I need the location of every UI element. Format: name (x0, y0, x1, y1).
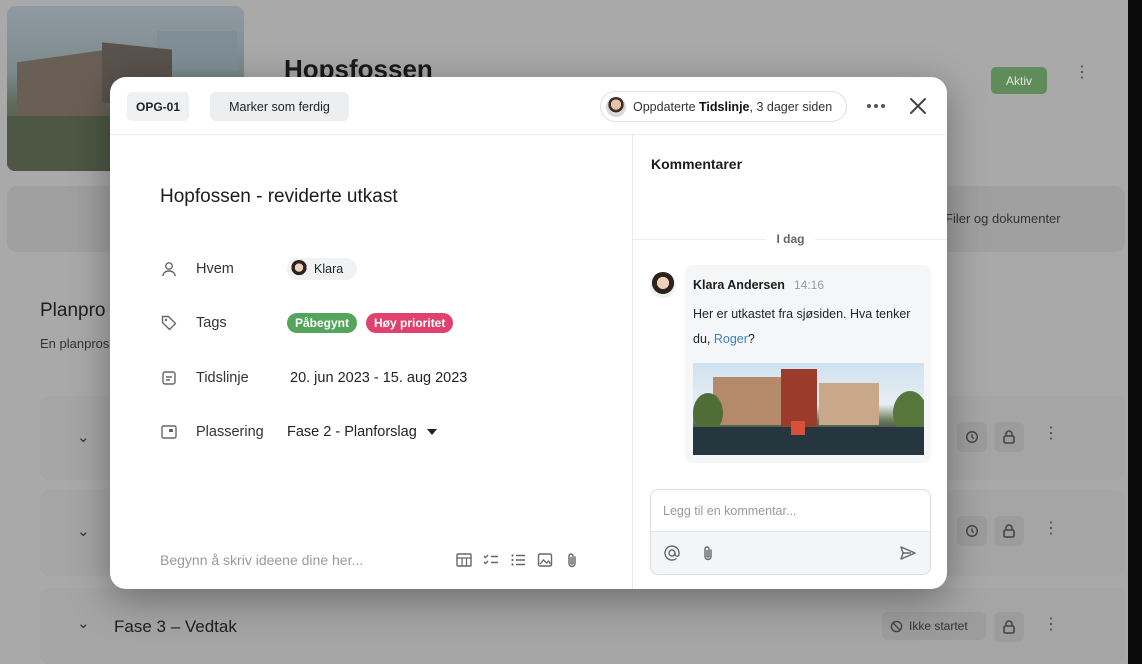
description-editor[interactable]: Begynn å skriv ideene dine her... (160, 552, 363, 568)
placement-value: Fase 2 - Planforslag (287, 424, 417, 440)
task-modal: OPG-01 Marker som ferdig Oppdaterte Tids… (110, 77, 947, 589)
close-icon[interactable] (907, 95, 929, 117)
assignee-name: Klara (314, 262, 344, 276)
chevron-down-icon[interactable]: ⌄ (77, 614, 90, 632)
mention-link[interactable]: Roger (714, 332, 748, 346)
mark-done-button[interactable]: Marker som ferdig (210, 92, 349, 121)
attachment-icon[interactable] (563, 551, 581, 569)
last-updated-pill[interactable]: Oppdaterte Tidslinje, 3 dager siden (600, 91, 847, 122)
caret-down-icon (426, 429, 437, 435)
project-more-icon[interactable]: ⋮ (1074, 65, 1090, 81)
comments-pane: Kommentarer I dag Klara Andersen 14:16 H… (632, 135, 947, 589)
board-icon (161, 425, 177, 439)
person-icon (162, 262, 176, 277)
phase-status-label: Ikke startet (909, 619, 968, 633)
history-icon[interactable] (957, 422, 987, 452)
comment-image[interactable] (693, 363, 924, 455)
section-subtitle: En planpros (40, 336, 110, 351)
phase-3-title: Fase 3 – Vedtak (114, 617, 237, 636)
more-options-icon[interactable] (865, 96, 887, 116)
property-placement: Plassering Fase 2 - Planforslag (160, 420, 437, 444)
mention-icon[interactable] (663, 544, 681, 562)
status-badge: Aktiv (991, 67, 1047, 94)
property-label: Hvem (196, 261, 234, 277)
row-more-icon[interactable]: ⋮ (1043, 521, 1059, 537)
comment-item: Klara Andersen 14:16 Her er utkastet fra… (685, 265, 931, 463)
row-more-icon[interactable]: ⋮ (1043, 426, 1059, 442)
property-label: Tidslinje (196, 370, 249, 386)
section-title: Planpro (40, 300, 106, 321)
tag-icon (161, 315, 177, 331)
avatar (290, 260, 308, 278)
placement-dropdown[interactable]: Fase 2 - Planforslag (287, 424, 437, 440)
task-title[interactable]: Hopfossen - reviderte utkast (160, 186, 398, 208)
avatar (650, 272, 676, 298)
lock-icon[interactable] (994, 422, 1024, 452)
comment-composer (650, 489, 931, 575)
modal-header: OPG-01 Marker som ferdig Oppdaterte Tids… (110, 77, 947, 135)
calendar-icon (162, 371, 176, 385)
timeline-value[interactable]: 20. jun 2023 - 15. aug 2023 (290, 370, 467, 386)
comment-time: 14:16 (794, 278, 825, 292)
composer-toolbar (651, 531, 930, 574)
image-icon[interactable] (536, 551, 554, 569)
chevron-down-icon[interactable]: ⌄ (77, 428, 90, 446)
tag-chip[interactable]: Høy prioritet (366, 313, 454, 333)
comment-text: Her er utkastet fra sjøsiden. Hva tenker… (693, 307, 911, 346)
row-more-icon[interactable]: ⋮ (1043, 617, 1059, 633)
phase-status-chip: Ikke startet (882, 612, 986, 640)
assignee-chip[interactable]: Klara (287, 258, 358, 280)
property-label: Plassering (196, 424, 264, 440)
blocked-icon (890, 620, 903, 632)
lock-icon[interactable] (994, 612, 1024, 642)
attachment-icon[interactable] (699, 544, 717, 562)
avatar (606, 96, 626, 117)
property-who: Hvem Klara (160, 257, 358, 281)
property-label: Tags (196, 315, 227, 331)
files-link[interactable]: Filer og dokumenter (945, 211, 1061, 226)
comment-author: Klara Andersen (693, 278, 785, 292)
property-tags: Tags Påbegynt Høy prioritet (160, 311, 462, 335)
comment-input[interactable] (651, 490, 930, 531)
history-icon[interactable] (957, 516, 987, 546)
task-id-chip: OPG-01 (127, 92, 189, 121)
property-timeline: Tidslinje 20. jun 2023 - 15. aug 2023 (160, 366, 467, 390)
tag-chip[interactable]: Påbegynt (287, 313, 358, 333)
bullet-list-icon[interactable] (509, 551, 527, 569)
task-details-pane: Hopfossen - reviderte utkast Hvem Klara … (110, 135, 632, 589)
lock-icon[interactable] (994, 516, 1024, 546)
send-icon[interactable] (899, 544, 917, 562)
comments-title: Kommentarer (651, 156, 743, 172)
last-updated-text: Oppdaterte Tidslinje, 3 dager siden (633, 99, 833, 114)
day-divider: I dag (633, 232, 947, 246)
chevron-down-icon[interactable]: ⌄ (77, 522, 90, 540)
editor-toolbar (455, 551, 581, 569)
checklist-icon[interactable] (482, 551, 500, 569)
table-icon[interactable] (455, 551, 473, 569)
